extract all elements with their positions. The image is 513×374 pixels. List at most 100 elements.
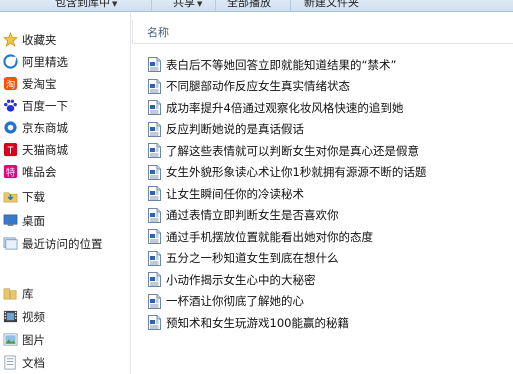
wordpad-document-icon (148, 143, 161, 158)
wordpad-document-icon (148, 164, 161, 180)
file-name: 不同腿部动作反应女生真实情绪状态 (166, 79, 350, 93)
file-row[interactable]: 一杯酒让你彻底了解她的心 (148, 291, 508, 312)
wordpad-document-icon (148, 207, 161, 223)
pictures-library-icon (2, 332, 18, 348)
file-name: 预知术和女生玩游戏100能赢的秘籍 (166, 315, 349, 330)
nav-item-vip[interactable]: 特 唯品会 (0, 161, 130, 182)
file-row[interactable]: 让女生瞬间任你的冷读秘术 (148, 183, 508, 204)
file-row[interactable]: 女生外貌形象读心术让你1秒就拥有源源不断的话题 (148, 162, 508, 183)
file-row[interactable]: 通过手机摆放位置就能看出她对你的态度 (148, 226, 508, 247)
command-bar: 包含到库中 ▼ 共享 ▼ 全部播放 新建文件夹 (0, 0, 513, 12)
include-in-library-label: 包含到库中 (55, 0, 110, 9)
file-name: 五分之一秒知道女生到底在想什么 (166, 251, 339, 265)
nav-item-tmall[interactable]: T 天猫商城 (0, 139, 130, 160)
nav-item-label: 视频 (22, 309, 45, 324)
file-name: 通过手机摆放位置就能看出她对你的态度 (166, 229, 373, 244)
wordpad-document-icon (148, 315, 161, 330)
wordpad-document-icon (148, 229, 161, 244)
nav-item-baidu[interactable]: 百度一下 (0, 95, 130, 116)
wordpad-document-icon (148, 272, 161, 287)
star-icon (2, 32, 18, 48)
tmall-icon: T (2, 142, 18, 158)
nav-item-label: 桌面 (22, 213, 45, 228)
file-row[interactable]: 通过表情立即判断女生是否喜欢你 (148, 205, 508, 226)
file-row[interactable]: 不同腿部动作反应女生真实情绪状态 (148, 76, 508, 97)
file-name: 让女生瞬间任你的冷读秘术 (166, 186, 304, 201)
nav-item-taobao[interactable]: 淘 爱淘宝 (0, 73, 130, 94)
nav-item-label: 京东商城 (22, 120, 68, 135)
chevron-down-icon: ▼ (112, 0, 118, 8)
nav-favorites[interactable]: 收藏夹 (0, 29, 130, 50)
nav-item-label: 最近访问的位置 (22, 236, 103, 251)
file-row[interactable]: 了解这些表情就可以判断女生对你是真心还是假意 (148, 140, 508, 161)
new-folder-label: 新建文件夹 (304, 0, 359, 9)
nav-item-label: 天猫商城 (22, 142, 68, 157)
nav-item-downloads[interactable]: 下载 (0, 186, 130, 207)
nav-library[interactable]: 库 (0, 283, 130, 304)
nav-item-desktop[interactable]: 桌面 (0, 210, 130, 231)
toolbar-divider (290, 0, 291, 11)
play-all-label: 全部播放 (227, 0, 271, 9)
nav-item-ali[interactable]: 阿里精选 (0, 51, 130, 72)
file-row[interactable]: 表白后不等她回答立即就能知道结果的“禁术” (148, 54, 508, 75)
file-row[interactable]: 预知术和女生玩游戏100能赢的秘籍 (148, 312, 508, 333)
documents-library-icon (2, 355, 18, 371)
file-name: 女生外貌形象读心术让你1秒就拥有源源不断的话题 (166, 165, 427, 179)
navigation-pane: 收藏夹 阿里精选 淘 爱淘宝 百度一下 京东商城 T 天猫商城 特 唯品会 下载… (0, 13, 131, 374)
file-row[interactable]: 成功率提升4倍通过观察化妆风格快速的追到她 (148, 97, 508, 118)
file-name: 表白后不等她回答立即就能知道结果的“禁术” (166, 57, 397, 72)
column-name-label: 名称 (147, 25, 169, 39)
nav-item-documents[interactable]: 文档 (0, 352, 130, 373)
file-list-pane: 名称 表白后不等她回答立即就能知道结果的“禁术” 不同腿部动作反应女生真实情绪状态… (132, 13, 513, 374)
svg-text:淘: 淘 (5, 78, 14, 90)
jd-icon (2, 120, 18, 136)
nav-item-videos[interactable]: 视频 (0, 306, 130, 327)
wordpad-document-icon (148, 293, 161, 309)
file-row[interactable]: 小动作揭示女生心中的大秘密 (148, 269, 508, 290)
column-header-name[interactable]: 名称 (132, 20, 513, 44)
file-row[interactable]: 反应判断她说的是真话假话 (148, 119, 508, 140)
nav-item-label: 图片 (22, 332, 45, 347)
file-name: 通过表情立即判断女生是否喜欢你 (166, 208, 339, 222)
toolbar-divider (215, 0, 216, 11)
taobao-icon: 淘 (2, 76, 18, 92)
wordpad-document-icon (148, 250, 161, 266)
wordpad-document-icon (148, 100, 161, 115)
wordpad-document-icon (148, 121, 161, 137)
baidu-paw-icon (2, 98, 18, 114)
nav-item-recent-places[interactable]: 最近访问的位置 (0, 233, 130, 254)
nav-item-label: 百度一下 (22, 98, 68, 113)
download-folder-icon (2, 189, 18, 205)
chevron-down-icon: ▼ (197, 0, 203, 8)
nav-item-label: 唯品会 (22, 164, 57, 179)
wordpad-document-icon (148, 186, 161, 201)
play-all-button[interactable]: 全部播放 (227, 0, 271, 10)
file-name: 一杯酒让你彻底了解她的心 (166, 294, 304, 308)
nav-favorites-label: 收藏夹 (22, 32, 57, 47)
file-name: 小动作揭示女生心中的大秘密 (166, 272, 316, 287)
nav-item-pictures[interactable]: 图片 (0, 329, 130, 350)
library-icon (2, 286, 18, 302)
desktop-icon (2, 213, 18, 229)
include-in-library-button[interactable]: 包含到库中 ▼ (55, 0, 117, 10)
nav-item-label: 下载 (22, 189, 45, 204)
svg-text:特: 特 (5, 166, 14, 178)
share-button[interactable]: 共享 ▼ (173, 0, 202, 10)
ali-icon (2, 54, 18, 70)
vip-icon: 特 (2, 164, 18, 180)
wordpad-document-icon (148, 78, 161, 94)
column-divider (132, 20, 133, 44)
nav-library-label: 库 (22, 286, 34, 301)
recent-places-icon (2, 236, 18, 252)
nav-item-label: 阿里精选 (22, 54, 68, 69)
nav-item-label: 爱淘宝 (22, 76, 57, 91)
new-folder-button[interactable]: 新建文件夹 (304, 0, 359, 10)
nav-item-label: 文档 (22, 355, 45, 370)
file-name: 反应判断她说的是真话假话 (166, 122, 304, 136)
wordpad-document-icon (148, 57, 161, 72)
toolbar-divider (151, 0, 152, 11)
file-row[interactable]: 五分之一秒知道女生到底在想什么 (148, 248, 508, 269)
file-name: 成功率提升4倍通过观察化妆风格快速的追到她 (166, 100, 404, 115)
nav-item-jd[interactable]: 京东商城 (0, 117, 130, 138)
svg-text:T: T (6, 145, 13, 156)
